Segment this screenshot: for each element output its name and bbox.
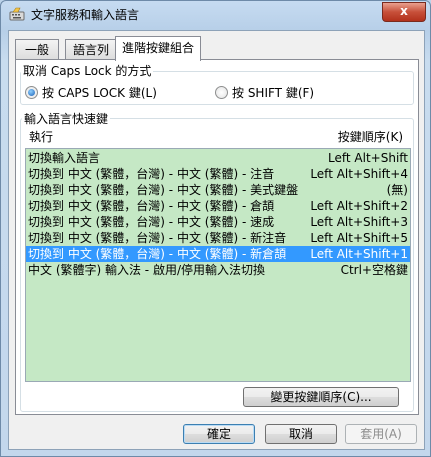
list-item-selected[interactable]: 切換到 中文 (繁體，台灣) - 中文 (繁體) - 新倉頡 Left Alt+…: [26, 246, 410, 262]
keyboard-icon: [9, 7, 25, 21]
column-header-key-sequence[interactable]: 按鍵順序(K): [338, 128, 403, 145]
list-item[interactable]: 切換輸入語言 Left Alt+Shift: [26, 150, 410, 166]
list-item-keys: Left Alt+Shift: [328, 151, 408, 165]
column-header-action[interactable]: 執行: [29, 128, 53, 145]
list-item-keys: Left Alt+Shift+5: [310, 231, 408, 245]
caps-lock-radio[interactable]: 按 CAPS LOCK 鍵(L): [25, 84, 157, 101]
tab-advanced-key-settings[interactable]: 進階按鍵組合: [115, 36, 201, 61]
list-item[interactable]: 切換到 中文 (繁體，台灣) - 中文 (繁體) - 倉頡 Left Alt+S…: [26, 198, 410, 214]
tab-language-bar[interactable]: 語言列: [65, 39, 117, 60]
shift-key-radio-label: 按 SHIFT 鍵(F): [232, 86, 315, 100]
caps-lock-radio-dot[interactable]: [25, 86, 38, 99]
cancel-button[interactable]: 取消: [265, 424, 337, 444]
dialog-client-area: 一般 語言列 進階按鍵組合 取消 Caps Lock 的方式 按 CAPS LO…: [8, 30, 425, 450]
list-item-action: 切換到 中文 (繁體，台灣) - 中文 (繁體) - 新倉頡: [28, 247, 287, 261]
advanced-key-settings-page: 取消 Caps Lock 的方式 按 CAPS LOCK 鍵(L) 按 SHIF…: [15, 59, 419, 415]
change-key-sequence-button[interactable]: 變更按鍵順序(C)...: [243, 387, 399, 407]
window-title: 文字服務和輸入語言: [31, 8, 140, 22]
dialog-window: 文字服務和輸入語言 x 一般 語言列 進階按鍵組合 取消 Caps Lock 的…: [0, 0, 431, 457]
list-item[interactable]: 中文 (繁體字) 輸入法 - 啟用/停用輸入法切換 Ctrl+空格鍵: [26, 262, 410, 278]
list-item-keys: (無): [386, 183, 408, 197]
list-item-action: 切換到 中文 (繁體，台灣) - 中文 (繁體) - 倉頡: [28, 199, 275, 213]
list-item-action: 中文 (繁體字) 輸入法 - 啟用/停用輸入法切換: [28, 263, 265, 277]
list-item-action: 切換到 中文 (繁體，台灣) - 中文 (繁體) - 速成: [28, 215, 275, 229]
caps-lock-group-title: 取消 Caps Lock 的方式: [21, 62, 154, 79]
title-bar[interactable]: 文字服務和輸入語言 x: [1, 1, 431, 27]
list-item[interactable]: 切換到 中文 (繁體，台灣) - 中文 (繁體) - 新注音 Left Alt+…: [26, 230, 410, 246]
hotkeys-group: 輸入語言快速鍵 執行 按鍵順序(K) 切換輸入語言 Left Alt+Shift…: [20, 110, 414, 412]
list-item-keys: Ctrl+空格鍵: [340, 263, 408, 277]
list-item-action: 切換到 中文 (繁體，台灣) - 中文 (繁體) - 美式鍵盤: [28, 183, 299, 197]
list-item[interactable]: 切換到 中文 (繁體，台灣) - 中文 (繁體) - 速成 Left Alt+S…: [26, 214, 410, 230]
list-item[interactable]: 切換到 中文 (繁體，台灣) - 中文 (繁體) - 注音 Left Alt+S…: [26, 166, 410, 182]
apply-button: 套用(A): [345, 424, 417, 444]
list-item-action: 切換輸入語言: [28, 151, 101, 165]
ok-button[interactable]: 確定: [183, 424, 255, 444]
list-item-keys: Left Alt+Shift+1: [310, 247, 408, 261]
list-item-action: 切換到 中文 (繁體，台灣) - 中文 (繁體) - 注音: [28, 167, 275, 181]
tab-general[interactable]: 一般: [15, 39, 59, 60]
list-item[interactable]: 切換到 中文 (繁體，台灣) - 中文 (繁體) - 美式鍵盤 (無): [26, 182, 410, 198]
shift-key-radio[interactable]: 按 SHIFT 鍵(F): [215, 84, 314, 101]
caps-lock-radio-label: 按 CAPS LOCK 鍵(L): [42, 86, 157, 100]
hotkeys-group-title: 輸入語言快速鍵: [22, 110, 111, 127]
close-button[interactable]: x: [382, 2, 426, 22]
list-item-action: 切換到 中文 (繁體，台灣) - 中文 (繁體) - 新注音: [28, 231, 287, 245]
list-item-keys: Left Alt+Shift+2: [310, 199, 408, 213]
list-item-keys: Left Alt+Shift+4: [310, 167, 408, 181]
shift-key-radio-dot[interactable]: [215, 86, 228, 99]
hotkeys-list[interactable]: 切換輸入語言 Left Alt+Shift 切換到 中文 (繁體，台灣) - 中…: [25, 148, 411, 382]
list-item-keys: Left Alt+Shift+3: [310, 215, 408, 229]
